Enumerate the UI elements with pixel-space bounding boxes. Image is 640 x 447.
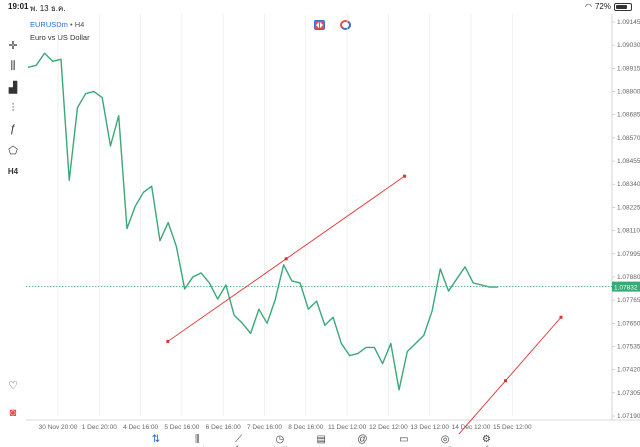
- chart-icon: ⫼: [194, 434, 200, 445]
- x-tick-label: 30 Nov 20:00: [39, 424, 78, 431]
- trendline-handle: [166, 339, 170, 343]
- y-tick-label: 1.08110: [617, 228, 640, 235]
- y-tick-label: 1.08685: [617, 112, 640, 119]
- trendline-handle: [284, 257, 288, 261]
- y-tick-label: 1.08570: [617, 135, 640, 142]
- tab-news[interactable]: ▤ข่าว: [301, 434, 341, 447]
- current-price-label: 1.07832: [614, 285, 638, 292]
- x-tick-label: 12 Dec 12:00: [369, 424, 408, 431]
- x-tick-label: 6 Dec 16:00: [206, 424, 241, 431]
- tab-history[interactable]: ◷ประวัติ: [260, 434, 300, 447]
- x-tick-label: 15 Dec 12:00: [493, 424, 532, 431]
- price-line-series: [27, 52, 498, 391]
- price-chart[interactable]: 30 Nov 20:00 1 Dec 20:00 4 Dec 16:00 5 Dec …: [0, 0, 640, 434]
- y-tick-label: 1.07880: [617, 274, 640, 281]
- y-tick-label: 1.07995: [617, 251, 640, 258]
- y-tick-label: 1.08225: [617, 204, 640, 211]
- y-tick-label: 1.08800: [617, 89, 640, 96]
- tab-quotes[interactable]: ⇅ราคา: [136, 434, 176, 447]
- x-tick-label: 7 Dec 16:00: [247, 424, 282, 431]
- tab-chart[interactable]: ⫼กราฟ: [177, 434, 217, 447]
- y-tick-label: 1.08915: [617, 65, 640, 72]
- trendline-handle: [403, 174, 407, 178]
- y-tick-label: 1.08340: [617, 181, 640, 188]
- tab-mailbox[interactable]: @กล่องจดหมาย: [343, 434, 383, 447]
- x-tick-label: 13 Dec 12:00: [410, 424, 449, 431]
- trade-icon: ⟋: [235, 434, 243, 445]
- settings-icon: ⚙: [481, 434, 491, 445]
- y-tick-label: 1.07650: [617, 320, 640, 327]
- y-tick-label: 1.09145: [617, 19, 640, 26]
- tab-chat[interactable]: ▭แชท: [384, 434, 424, 447]
- y-tick-label: 1.07190: [617, 413, 640, 420]
- x-tick-label: 4 Dec 16:00: [123, 424, 158, 431]
- x-tick-label: 1 Dec 20:00: [82, 424, 117, 431]
- y-tick-label: 1.07765: [617, 297, 640, 304]
- y-tick-label: 1.07420: [617, 367, 640, 374]
- mailbox-icon: @: [357, 434, 368, 445]
- account-icon: ◎: [440, 434, 450, 445]
- quotes-icon: ⇅: [151, 434, 161, 445]
- chat-icon: ▭: [399, 434, 409, 445]
- y-tick-label: 1.08455: [617, 158, 640, 165]
- news-icon: ▤: [316, 434, 326, 445]
- tab-account[interactable]: ◎บัญชี: [425, 434, 465, 447]
- history-icon: ◷: [275, 434, 285, 445]
- x-tick-label: 14 Dec 12:00: [452, 424, 491, 431]
- y-tick-label: 1.09030: [617, 42, 640, 49]
- trendline: [458, 316, 562, 434]
- trendline-handle: [504, 379, 508, 383]
- x-tick-label: 8 Dec 16:00: [288, 424, 323, 431]
- x-tick-label: 11 Dec 12:00: [328, 424, 367, 431]
- y-tick-label: 1.07305: [617, 390, 640, 397]
- tab-trade[interactable]: ⟋การซื้อขาย: [219, 434, 259, 447]
- y-tick-label: 1.07535: [617, 343, 640, 350]
- trendline-handle: [559, 315, 563, 319]
- tab-settings[interactable]: ⚙การตั้งค่า: [466, 434, 506, 447]
- bottom-tab-bar: ⇅ราคา⫼กราฟ⟋การซื้อขาย◷ประวัติ▤ข่าว@กล่อง…: [0, 434, 640, 447]
- x-tick-label: 5 Dec 16:00: [164, 424, 199, 431]
